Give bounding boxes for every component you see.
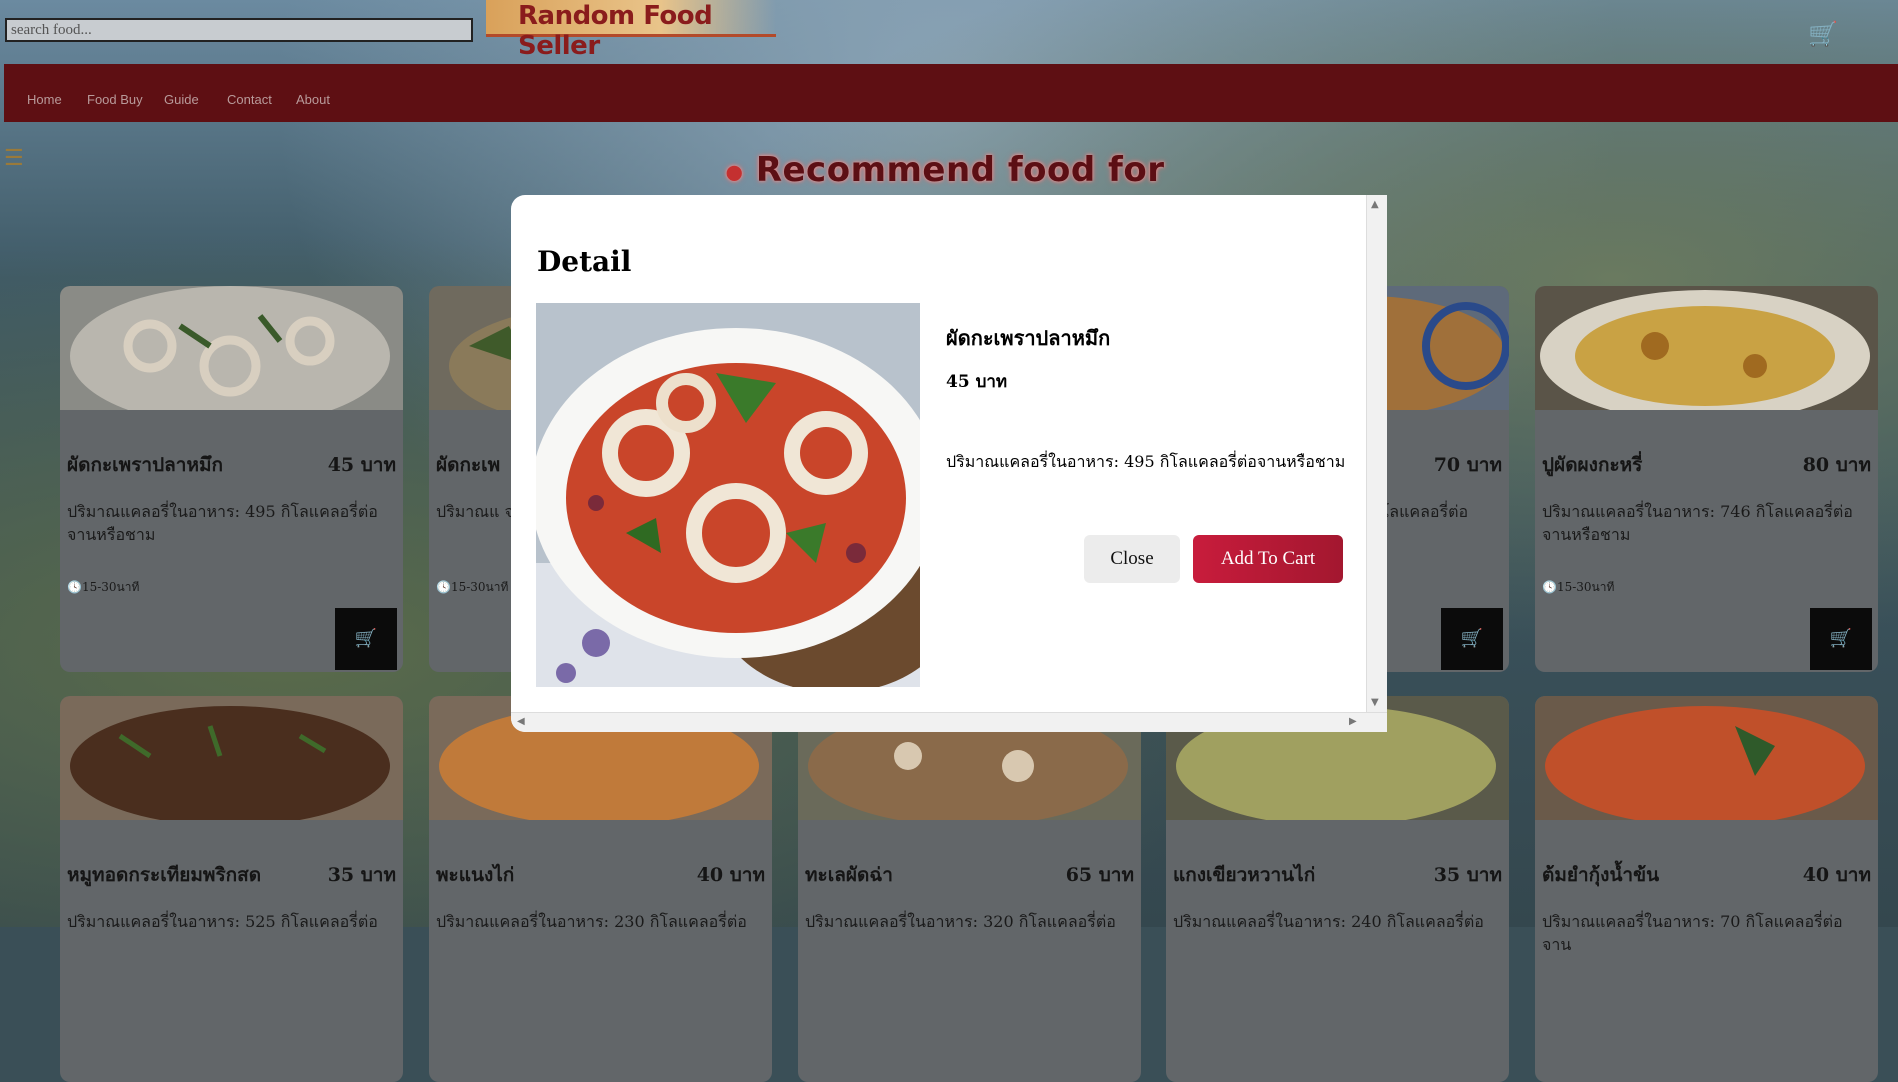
food-image <box>1535 696 1878 820</box>
nav-guide[interactable]: Guide <box>164 92 199 107</box>
food-price: 70 บาท <box>1433 454 1502 476</box>
add-to-cart-button[interactable]: Add To Cart <box>1193 535 1343 583</box>
food-time-text: 15-30นาที <box>1556 580 1615 594</box>
food-image <box>60 286 403 410</box>
logo-banner: Random Food Seller <box>486 0 776 61</box>
food-card[interactable]: ต้มยำกุ้งน้ำข้น 40 บาท ปริมาณแคลอรี่ในอา… <box>1535 696 1878 1082</box>
food-name: หมูทอดกระเทียมพริกสด <box>67 864 262 886</box>
food-price: 45 บาท <box>327 454 396 476</box>
food-time-text: 15-30นาที <box>81 580 140 594</box>
search-input[interactable] <box>5 18 473 42</box>
food-card[interactable]: ผัดกะเพราปลาหมึก 45 บาท ปริมาณแคลอรี่ในอ… <box>60 286 403 672</box>
food-description: ปริมาณแคลอรี่ในอาหาร: 746 กิโลแคลอรี่ต่อ… <box>1542 502 1853 544</box>
food-time: 🕓15-30นาที <box>67 580 140 594</box>
food-name: ผัดกะเพราปลาหมึก <box>67 454 223 476</box>
food-card[interactable]: ปูผัดผงกะหรี่ 80 บาท ปริมาณแคลอรี่ในอาหา… <box>1535 286 1878 672</box>
food-price: 35 บาท <box>327 864 396 886</box>
navbar: Home Food Buy Guide Contact About <box>4 64 1898 122</box>
add-to-cart-button[interactable]: 🛒 <box>335 608 397 670</box>
food-description: ปริมาณแคลอรี่ในอาหาร: 230 กิโลแคลอรี่ต่อ <box>436 912 747 931</box>
modal-title: Detail <box>537 245 632 278</box>
close-button[interactable]: Close <box>1084 535 1180 583</box>
add-to-cart-button[interactable]: 🛒 <box>1441 608 1503 670</box>
scroll-down-icon[interactable]: ▼ <box>1371 697 1379 708</box>
food-name: ผัดกะเพ <box>436 454 501 476</box>
decoration-dot-icon: ● <box>725 159 744 184</box>
food-description: ปริมาณแคลอรี่ในอาหาร: 525 กิโลแคลอรี่ต่อ <box>67 912 378 931</box>
food-image <box>60 696 403 820</box>
food-detail-image <box>536 303 920 687</box>
food-time: 🕓15-30นาที <box>436 580 509 594</box>
nav-home[interactable]: Home <box>27 92 62 107</box>
scroll-left-icon[interactable]: ◀ <box>517 716 525 727</box>
food-name: แกงเขียวหวานไก่ <box>1173 864 1316 886</box>
modal-food-price: 45 บาท <box>946 372 1008 392</box>
detail-modal: Detail ผัดกะเพราปลาหมึก 45 บาท ปริมาณแคล… <box>511 195 1387 732</box>
food-price: 40 บาท <box>1802 864 1871 886</box>
food-card[interactable]: หมูทอดกระเทียมพริกสด 35 บาท ปริมาณแคลอรี… <box>60 696 403 1082</box>
top-bar: Random Food Seller 🛒 <box>0 0 1898 62</box>
shopping-cart-icon[interactable]: 🛒 <box>1808 20 1838 48</box>
food-time-text: 15-30นาที <box>450 580 509 594</box>
nav-about[interactable]: About <box>296 92 330 107</box>
food-time: 🕓15-30นาที <box>1542 580 1615 594</box>
food-image <box>1535 286 1878 410</box>
horizontal-scrollbar[interactable]: ◀ ▶ <box>511 712 1387 732</box>
food-name: ปูผัดผงกะหรี่ <box>1542 454 1643 476</box>
food-description: ปริมาณแคลอรี่ในอาหาร: 70 กิโลแคลอรี่ต่อจ… <box>1542 912 1843 954</box>
food-price: 65 บาท <box>1065 864 1134 886</box>
food-description: กิโลแคลอรี่ต่อ <box>1371 502 1469 521</box>
food-card[interactable]: ทะเลผัดฉ่า 65 บาท ปริมาณแคลอรี่ในอาหาร: … <box>798 696 1141 1082</box>
scroll-right-icon[interactable]: ▶ <box>1349 716 1357 727</box>
logo-text: Random Food Seller <box>518 1 713 61</box>
food-price: 80 บาท <box>1802 454 1871 476</box>
food-card[interactable]: แกงเขียวหวานไก่ 35 บาท ปริมาณแคลอรี่ในอา… <box>1166 696 1509 1082</box>
food-name: ทะเลผัดฉ่า <box>805 864 893 886</box>
food-price: 40 บาท <box>696 864 765 886</box>
food-description: ปริมาณแคลอรี่ในอาหาร: 320 กิโลแคลอรี่ต่อ <box>805 912 1116 931</box>
scroll-up-icon[interactable]: ▲ <box>1371 199 1379 210</box>
add-to-cart-button[interactable]: 🛒 <box>1810 608 1872 670</box>
modal-food-description: ปริมาณแคลอรี่ในอาหาร: 495 กิโลแคลอรี่ต่อ… <box>946 452 1346 471</box>
vertical-scrollbar[interactable]: ▲ ▼ <box>1366 195 1387 713</box>
section-title: ● Recommend food for you ● <box>700 150 1190 230</box>
hamburger-menu-icon[interactable]: ☰ <box>4 146 24 171</box>
nav-food-buy[interactable]: Food Buy <box>87 92 143 107</box>
modal-food-name: ผัดกะเพราปลาหมึก <box>946 326 1111 350</box>
nav-contact[interactable]: Contact <box>227 92 272 107</box>
food-card[interactable]: พะแนงไก่ 40 บาท ปริมาณแคลอรี่ในอาหาร: 23… <box>429 696 772 1082</box>
food-price: 35 บาท <box>1433 864 1502 886</box>
food-description: ปริมาณแคลอรี่ในอาหาร: 240 กิโลแคลอรี่ต่อ <box>1173 912 1484 931</box>
food-name: ต้มยำกุ้งน้ำข้น <box>1542 864 1660 886</box>
food-name: พะแนงไก่ <box>436 864 515 886</box>
food-description: ปริมาณแคลอรี่ในอาหาร: 495 กิโลแคลอรี่ต่อ… <box>67 502 378 544</box>
